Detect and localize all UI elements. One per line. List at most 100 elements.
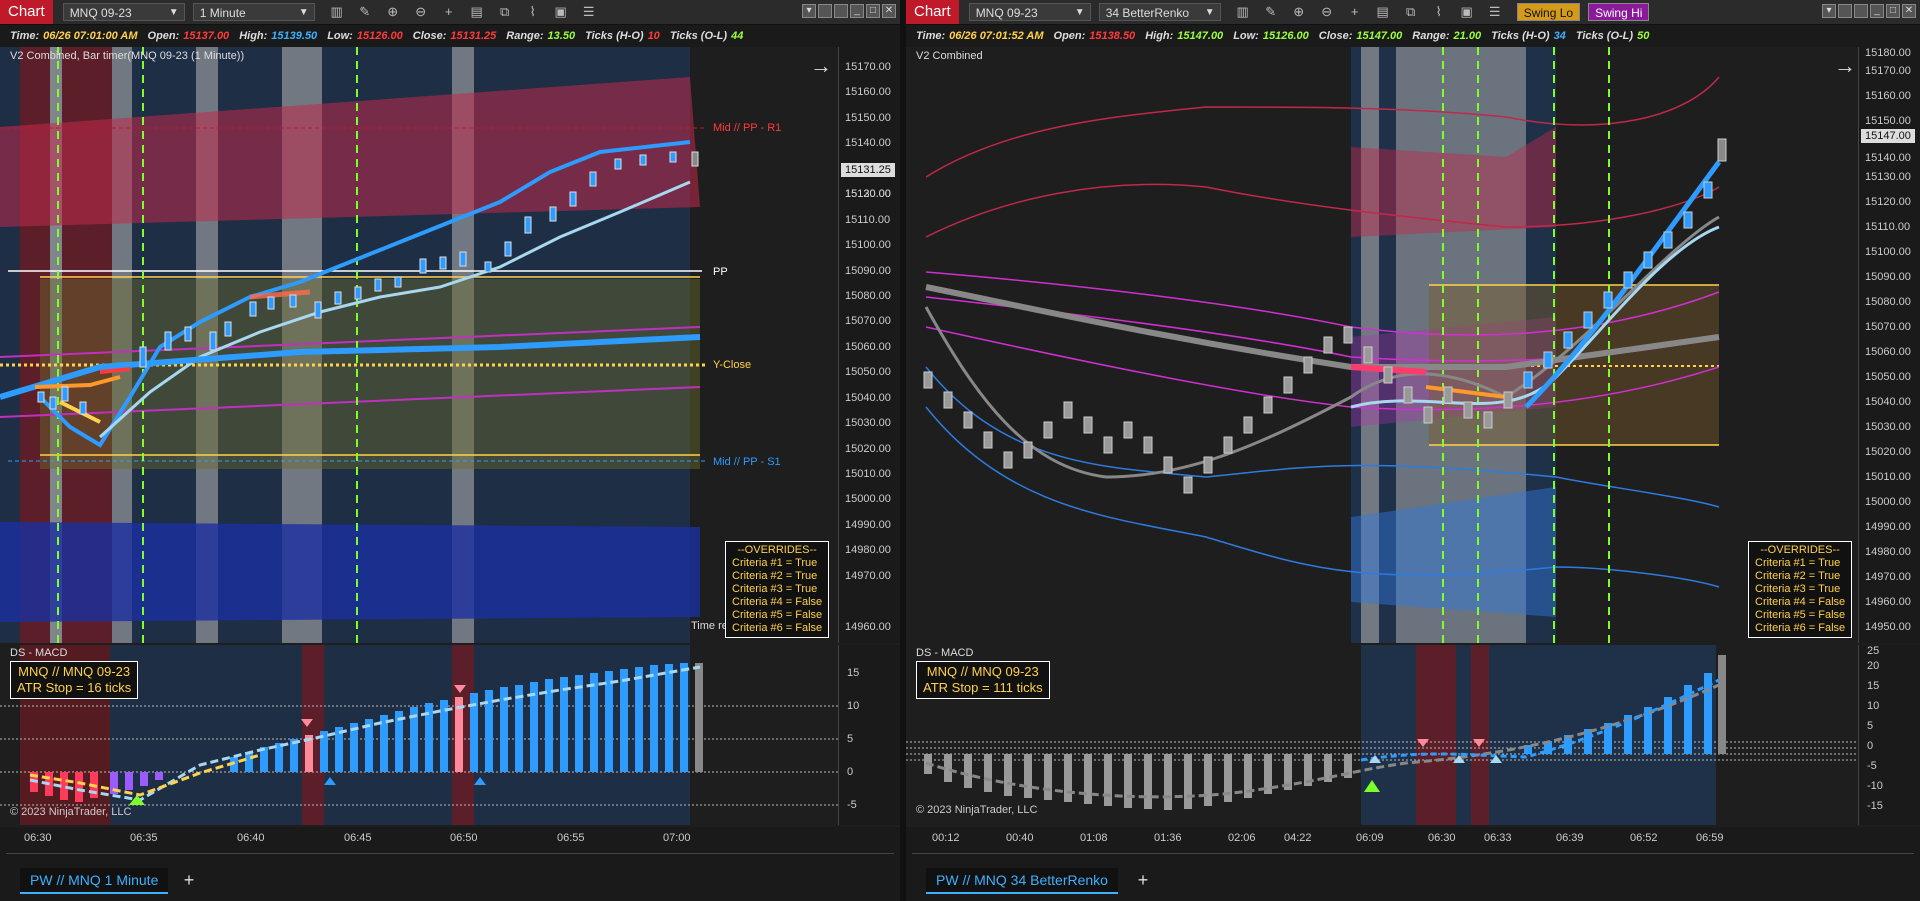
right-scrollbar[interactable]: [912, 853, 1914, 864]
left-current-price-tag: 15131.25: [841, 163, 895, 177]
right-bottom-tab[interactable]: PW // MNQ 34 BetterRenko: [926, 868, 1118, 894]
right-copyright: © 2023 NinjaTrader, LLC: [916, 804, 1038, 816]
list-icon[interactable]: ☰: [1486, 3, 1504, 21]
time-tick: 01:36: [1154, 832, 1182, 844]
right-instrument-value: MNQ 09-23: [975, 6, 1038, 20]
high-value: 15147.00: [1177, 30, 1224, 42]
zoom-out-icon[interactable]: ⊖: [412, 3, 430, 21]
zoom-in-icon[interactable]: ⊕: [1290, 3, 1308, 21]
properties-icon[interactable]: ▤: [1374, 3, 1392, 21]
time-tick: 06:35: [130, 832, 158, 844]
price-tick: 15130.00: [1865, 171, 1911, 183]
properties-icon[interactable]: ▤: [468, 3, 486, 21]
price-tick: 15110.00: [1865, 221, 1911, 233]
tile-icon[interactable]: [1838, 4, 1852, 18]
minimize-icon[interactable]: _: [1870, 4, 1884, 18]
atr-line2: ATR Stop = 16 ticks: [17, 680, 132, 695]
strategies-icon[interactable]: ⌇: [524, 3, 542, 21]
left-scrollbar[interactable]: [6, 853, 894, 864]
right-time-axis[interactable]: 00:12 00:40 01:08 01:36 02:06 04:22 06:0…: [906, 827, 1920, 851]
right-atr-box: MNQ // MNQ 09-23 ATR Stop = 111 ticks: [916, 661, 1050, 699]
menu-icon[interactable]: ▾: [1822, 4, 1836, 18]
left-timeframe-select[interactable]: 1 Minute ▼: [192, 3, 315, 21]
macd-tick: -15: [1867, 800, 1883, 812]
right-macd-axis: 25 20 15 10 5 0 -5 -10 -15: [1858, 645, 1920, 825]
arrow-right-icon[interactable]: →: [810, 53, 832, 78]
tile2-icon[interactable]: [1854, 4, 1868, 18]
left-toolbar: Chart MNQ 09-23 ▼ 1 Minute ▼ ▥ ✎ ⊕ ⊖ + ▤ ⧉…: [0, 0, 900, 25]
price-tick: 15150.00: [1865, 115, 1911, 127]
price-tick: 15160.00: [845, 86, 891, 98]
bar-type-icon[interactable]: ▥: [1234, 3, 1252, 21]
time-label: Time:: [10, 30, 40, 42]
price-tick: 15050.00: [1865, 371, 1911, 383]
arrow-right-icon[interactable]: →: [1834, 53, 1856, 78]
time-tick: 04:22: [1284, 832, 1312, 844]
price-tick: 14960.00: [845, 621, 891, 633]
left-instrument-select[interactable]: MNQ 09-23 ▼: [62, 3, 185, 21]
swing-hi-button[interactable]: Swing Hi: [1588, 3, 1650, 21]
right-price-axis[interactable]: 15180.00 15170.00 15160.00 15150.00 1514…: [1858, 47, 1920, 643]
indicators-icon[interactable]: ⧉: [496, 3, 514, 21]
crosshair-icon[interactable]: +: [440, 3, 458, 21]
indicators-icon[interactable]: ⧉: [1402, 3, 1420, 21]
pencil-icon[interactable]: ✎: [356, 3, 374, 21]
minimize-icon[interactable]: _: [850, 4, 864, 18]
range-label: Range:: [506, 30, 544, 42]
left-bottom-tab[interactable]: PW // MNQ 1 Minute: [20, 868, 169, 894]
time-tick: 02:06: [1228, 832, 1256, 844]
price-tick: 15060.00: [845, 341, 891, 353]
bar-type-icon[interactable]: ▥: [328, 3, 346, 21]
low-value: 15126.00: [356, 30, 403, 42]
price-tick: 14990.00: [845, 519, 891, 531]
menu-icon[interactable]: ▾: [802, 4, 816, 18]
time-tick: 00:40: [1006, 832, 1034, 844]
template-icon[interactable]: ▣: [552, 3, 570, 21]
override-line: Criteria #3 = True: [732, 583, 818, 595]
macd-tick: -5: [1867, 760, 1877, 772]
price-tick: 14980.00: [1865, 546, 1911, 558]
right-instrument-select[interactable]: MNQ 09-23 ▼: [968, 3, 1091, 21]
pencil-icon[interactable]: ✎: [1262, 3, 1280, 21]
list-icon[interactable]: ☰: [580, 3, 598, 21]
range-value: 13.50: [547, 30, 576, 42]
left-bottom-bar: PW // MNQ 1 Minute +: [0, 851, 900, 901]
low-label: Low:: [327, 30, 353, 42]
zoom-in-icon[interactable]: ⊕: [384, 3, 402, 21]
close-icon[interactable]: ✕: [1902, 4, 1916, 18]
left-add-tab-button[interactable]: +: [178, 868, 200, 892]
zoom-out-icon[interactable]: ⊖: [1318, 3, 1336, 21]
price-tick: 15120.00: [1865, 196, 1911, 208]
atr-line1: MNQ // MNQ 09-23: [18, 664, 131, 679]
price-tick: 15100.00: [845, 239, 891, 251]
macd-tick: 10: [1867, 700, 1880, 712]
close-icon[interactable]: ✕: [882, 4, 896, 18]
time-tick: 06:33: [1484, 832, 1512, 844]
crosshair-icon[interactable]: +: [1346, 3, 1364, 21]
tile2-icon[interactable]: [834, 4, 848, 18]
swing-lo-button[interactable]: Swing Lo: [1516, 3, 1581, 21]
tile-icon[interactable]: [818, 4, 832, 18]
right-window-buttons: ▾ _ □ ✕: [1820, 4, 1916, 18]
template-icon[interactable]: ▣: [1458, 3, 1476, 21]
maximize-icon[interactable]: □: [866, 4, 880, 18]
ticks-ho-value: 10: [647, 30, 660, 42]
macd-tick: 10: [847, 700, 860, 712]
price-tick: 15140.00: [1865, 152, 1911, 164]
right-chart-tab[interactable]: Chart: [906, 0, 959, 24]
left-copyright: © 2023 NinjaTrader, LLC: [10, 806, 132, 818]
ticks-ol-value: 44: [731, 30, 744, 42]
left-price-axis[interactable]: 15170.00 15160.00 15150.00 15140.00 1513…: [838, 47, 900, 643]
price-tick: 15000.00: [845, 493, 891, 505]
right-add-tab-button[interactable]: +: [1132, 868, 1154, 892]
left-time-axis[interactable]: 06:30 06:35 06:40 06:45 06:50 06:55 07:0…: [0, 827, 900, 851]
override-line: Criteria #4 = False: [1755, 596, 1846, 608]
right-price-panel[interactable]: →: [906, 47, 1858, 643]
left-chart-tab[interactable]: Chart: [0, 0, 53, 24]
left-atr-box: MNQ // MNQ 09-23 ATR Stop = 16 ticks: [10, 661, 139, 699]
right-timeframe-select[interactable]: 34 BetterRenko ▼: [1098, 3, 1221, 21]
left-macd-title: DS - MACD: [10, 647, 68, 659]
maximize-icon[interactable]: □: [1886, 4, 1900, 18]
time-tick: 06:30: [24, 832, 52, 844]
strategies-icon[interactable]: ⌇: [1430, 3, 1448, 21]
